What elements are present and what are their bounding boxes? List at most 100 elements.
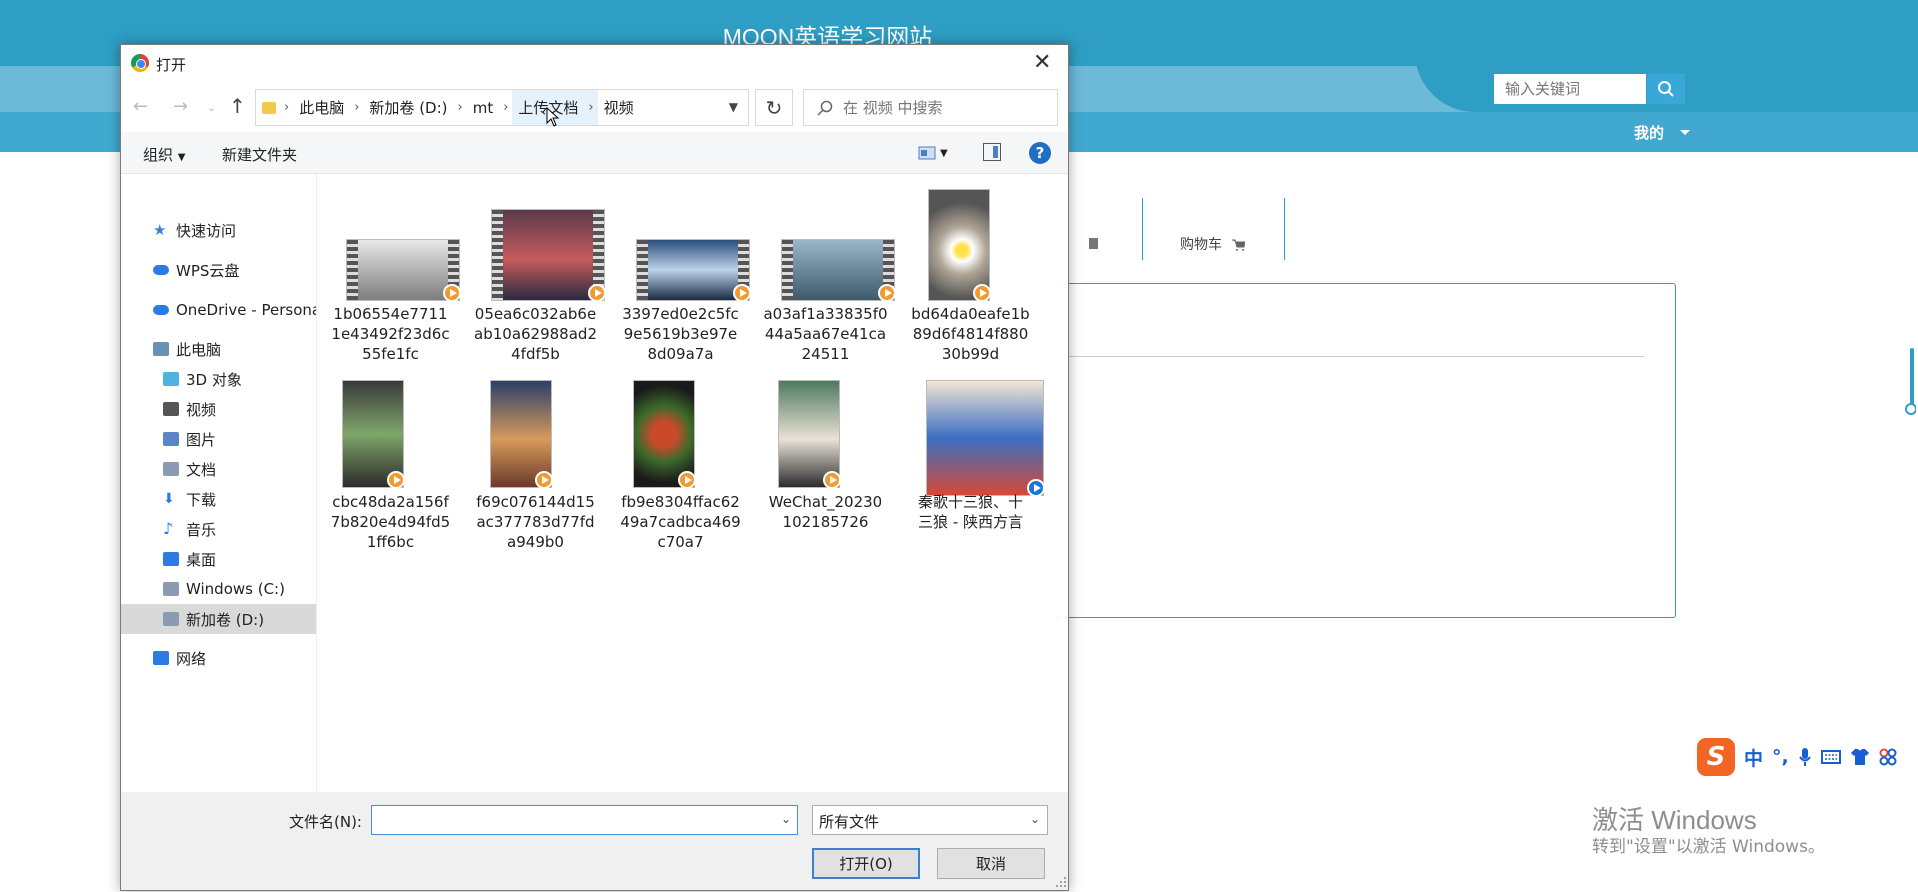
folder-icon [262,101,276,114]
sidebar-item[interactable]: 新加卷 (D:) [121,604,316,634]
organize-label: 组织 [143,146,174,164]
sidebar-item-label: WPS云盘 [176,261,240,280]
document-icon [1089,238,1098,249]
close-icon[interactable]: ✕ [1033,52,1051,74]
cart-icon [1232,239,1247,251]
filename-label: 文件名(N): [289,813,362,831]
filename-dropdown-icon[interactable]: ⌄ [781,812,791,826]
search-icon [1658,81,1674,97]
image-icon [163,432,179,446]
sidebar-item[interactable]: ★ 快速访问 [121,215,316,245]
file-item[interactable]: 秦歌十三狼、十 三狼 - 陕西方言 [898,174,1045,674]
ime-punctuation-mode[interactable]: °, [1772,746,1789,768]
site-search-input[interactable] [1494,74,1646,104]
file-name-line: 49a7cadbca469 [620,513,741,531]
activate-windows-subtitle: 转到"设置"以激活 Windows。 [1592,837,1825,857]
sidebar-item[interactable]: 桌面 [121,544,316,574]
breadcrumb-mt[interactable]: mt [467,90,500,125]
back-arrow-icon[interactable]: ← [133,96,148,117]
help-icon[interactable]: ? [1029,142,1051,164]
video-thumbnail [633,380,696,489]
caret-down-icon [1680,130,1690,135]
filetype-select[interactable]: 所有文件 [812,805,1048,835]
breadcrumb-videos[interactable]: 视频 [598,90,640,125]
sidebar-item[interactable]: ♪ 音乐 [121,514,316,544]
video-thumbnail [342,380,405,489]
file-list: 1b06554e7711 1e43492f23d6c 55fe1fc 05ea6c03… [318,174,1068,792]
address-dropdown-icon[interactable]: ▼ [729,100,738,114]
sidebar-item-label: 3D 对象 [186,370,242,389]
sidebar-item[interactable]: 视频 [121,394,316,424]
breadcrumb-drive-d[interactable]: 新加卷 (D:) [363,90,453,125]
open-button[interactable]: 打开(O) [812,848,920,879]
video-thumbnail [778,380,841,489]
dialog-toolbar: 组织 ▼ 新建文件夹 ▼ ? [121,132,1068,174]
toolbox-grid-icon[interactable] [1879,748,1897,766]
filename-input[interactable] [371,805,798,835]
breadcrumb-this-pc[interactable]: 此电脑 [293,90,350,125]
mouse-cursor-icon [546,107,560,127]
skin-shirt-icon[interactable] [1850,748,1870,766]
cart-tab[interactable]: 购物车 [1180,234,1247,254]
dialog-titlebar[interactable]: 打开 ✕ [121,45,1068,82]
sidebar-item[interactable]: Windows (C:) [121,574,316,604]
cloud-icon [153,265,169,275]
sidebar-item[interactable]: 文档 [121,454,316,484]
forward-arrow-icon[interactable]: → [173,96,188,117]
file-item[interactable]: f69c076144d15 ac377783d77fd a949b0 [463,174,608,674]
scroll-handle-icon [1905,403,1916,415]
chevron-right-icon[interactable]: › [584,90,598,125]
organize-menu[interactable]: 组织 ▼ [143,144,186,165]
film-icon [163,402,179,416]
chrome-icon [131,54,149,72]
file-item[interactable]: WeChat_20230 102185726 [753,174,898,674]
music-icon: ♪ [163,519,174,538]
chevron-right-icon[interactable]: › [454,100,467,115]
new-folder-button[interactable]: 新建文件夹 [222,144,297,165]
network-icon [153,651,169,665]
refresh-icon: ↻ [765,95,783,120]
address-bar[interactable]: › 此电脑 › 新加卷 (D:) › mt › 上传文档 › 视频 ▼ [255,89,749,126]
sidebar-item[interactable]: 网络 [121,643,316,673]
sidebar-item-label: 桌面 [186,550,217,569]
tab-divider [1284,198,1285,260]
chevron-right-icon[interactable]: › [280,100,293,115]
ime-chinese-mode[interactable]: 中 [1744,744,1763,771]
site-search-button[interactable] [1647,74,1685,104]
sidebar-item[interactable]: 3D 对象 [121,364,316,394]
my-menu[interactable]: 我的 [1634,122,1664,143]
ime-toolbar[interactable]: S 中 °, [1697,738,1897,776]
keyboard-icon[interactable] [1820,749,1841,765]
up-arrow-icon[interactable]: ↑ [229,94,246,118]
file-name-line: 7b820e4d94fd5 [330,513,451,531]
sidebar-item[interactable]: 图片 [121,424,316,454]
drive-icon [163,582,179,596]
file-item[interactable]: fb9e8304ffac62 49a7cadbca469 c70a7 [608,174,753,674]
chevron-right-icon[interactable]: › [499,100,512,115]
sidebar-item[interactable]: OneDrive - Persona [121,295,316,325]
file-name-line: 秦歌十三狼、十 [917,493,1023,511]
desktop-icon [163,552,179,566]
microphone-icon[interactable] [1798,747,1812,767]
chevron-right-icon[interactable]: › [350,100,363,115]
file-name-line: a949b0 [507,533,564,551]
filetype-dropdown-icon[interactable]: ⌄ [1030,812,1040,826]
caret-down-icon: ▼ [177,152,186,163]
document-icon [163,462,179,476]
file-name: fb9e8304ffac62 49a7cadbca469 c70a7 [608,492,753,552]
file-name: cbc48da2a156f 7b820e4d94fd5 1ff6bc [318,492,463,552]
play-badge-icon [678,471,696,489]
sidebar-item[interactable]: WPS云盘 [121,255,316,285]
preview-pane-icon[interactable] [983,143,1001,161]
folder-search-box[interactable]: 在 视频 中搜索 [803,89,1058,126]
view-options-button[interactable]: ▼ [918,144,954,162]
recent-locations-chevron-icon[interactable]: ⌄ [207,101,216,114]
refresh-button[interactable]: ↻ [755,89,793,126]
file-item[interactable]: cbc48da2a156f 7b820e4d94fd5 1ff6bc [318,174,463,674]
resize-grip-icon[interactable] [1055,876,1067,888]
sidebar-item[interactable]: 此电脑 [121,334,316,364]
sogou-logo-icon[interactable]: S [1697,738,1735,776]
cancel-button[interactable]: 取消 [937,848,1045,879]
sidebar-item[interactable]: ⬇ 下载 [121,484,316,514]
file-name-line: WeChat_20230 [768,493,883,511]
